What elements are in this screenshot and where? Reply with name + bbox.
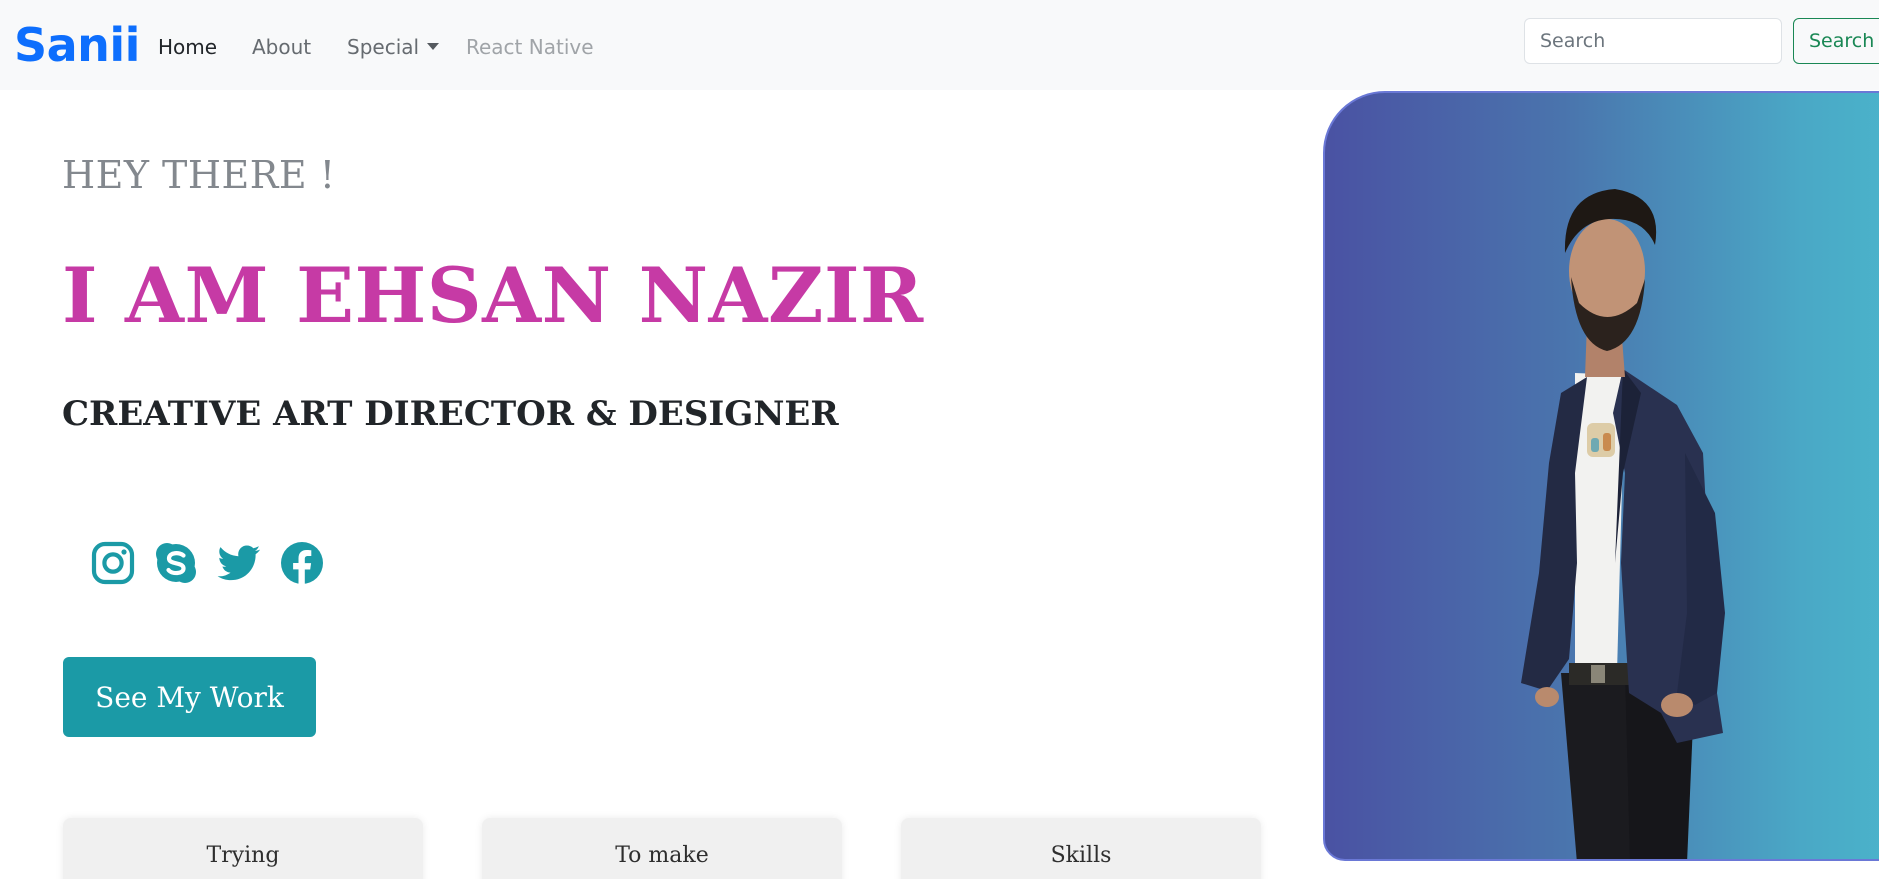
twitter-icon[interactable] — [216, 540, 262, 586]
greeting-heading: HEY THERE ! — [62, 153, 336, 197]
brand-logo[interactable]: Sanii — [14, 14, 140, 76]
instagram-icon[interactable] — [90, 540, 136, 586]
name-heading: I AM EHSAN NAZIR — [62, 251, 924, 340]
facebook-icon[interactable] — [279, 540, 325, 586]
nav-special-dropdown[interactable]: Special — [347, 34, 440, 60]
card-label: Skills — [1050, 843, 1112, 868]
nav-react-native-link: React Native — [466, 35, 594, 59]
card-label: To make — [615, 843, 709, 868]
info-card-skills: Skills — [901, 818, 1261, 879]
nav-about-link[interactable]: About — [252, 34, 311, 60]
navbar: Sanii Home About Special React Native Se… — [0, 0, 1879, 90]
search-input[interactable] — [1524, 18, 1782, 64]
skype-icon[interactable] — [153, 540, 199, 586]
info-card-trying: Trying — [63, 818, 423, 879]
see-my-work-button[interactable]: See My Work — [63, 657, 316, 737]
social-links — [90, 540, 325, 586]
portrait-image — [1521, 189, 1725, 859]
nav-special-label: Special — [347, 35, 420, 59]
role-subtitle: CREATIVE ART DIRECTOR & DESIGNER — [62, 394, 839, 434]
info-card-to-make: To make — [482, 818, 842, 879]
caret-down-icon — [427, 43, 440, 50]
hero-image-panel — [1323, 91, 1879, 861]
nav-home-link[interactable]: Home — [158, 34, 217, 60]
card-label: Trying — [206, 843, 280, 868]
search-button[interactable]: Search — [1793, 18, 1879, 64]
